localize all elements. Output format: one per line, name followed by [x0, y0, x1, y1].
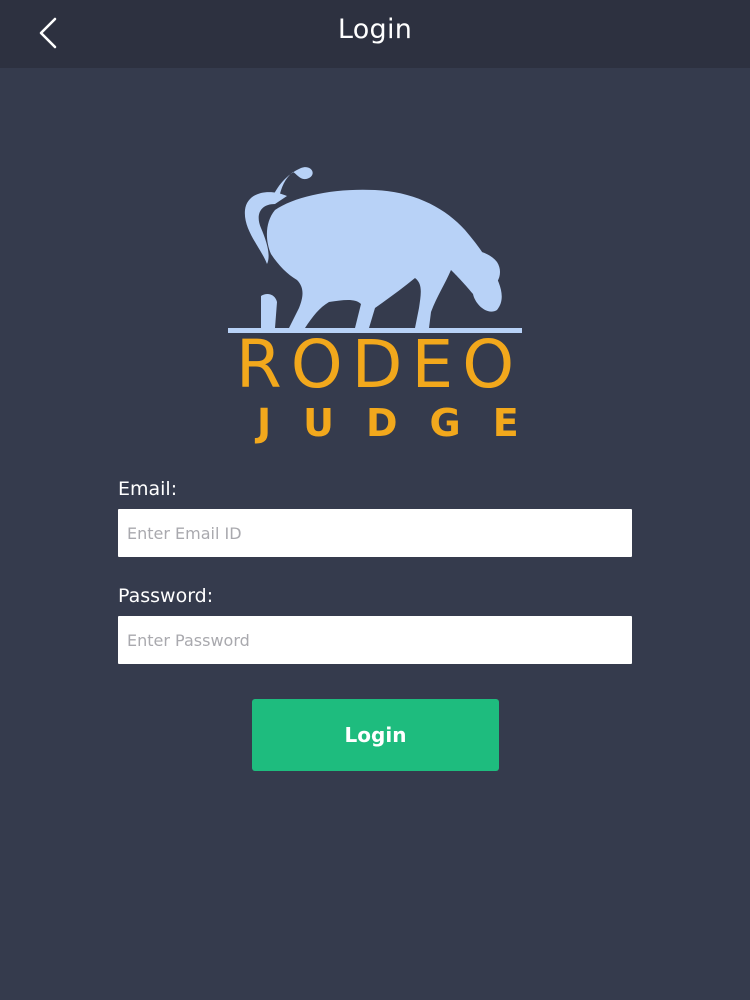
brand-word-judge: JUDGE	[257, 401, 551, 445]
password-input[interactable]	[118, 616, 632, 664]
login-button[interactable]: Login	[252, 699, 499, 771]
email-input[interactable]	[118, 509, 632, 557]
brand-word-rodeo: RODEO	[235, 326, 524, 403]
password-label: Password:	[118, 585, 214, 607]
email-label: Email:	[118, 478, 178, 500]
page-title: Login	[337, 14, 413, 45]
bull-icon	[228, 167, 522, 333]
top-bar: Login	[0, 0, 750, 68]
